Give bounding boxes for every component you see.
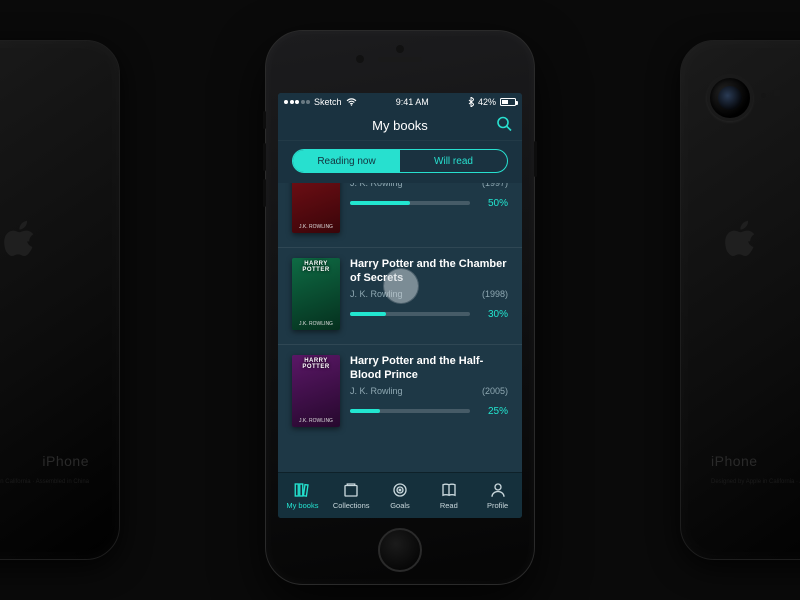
device-front: Sketch 9:41 AM 42% My books	[265, 30, 535, 585]
list-item[interactable]: J.K. ROWLING Philosopher's Stone J. K. R…	[278, 183, 522, 248]
earpiece-icon	[378, 57, 422, 62]
progress-fill	[350, 312, 386, 316]
goals-icon	[391, 481, 409, 499]
book-author: J. K. Rowling	[350, 183, 403, 188]
book-year: (2005)	[482, 386, 508, 396]
tab-will-read[interactable]: Will read	[400, 150, 507, 172]
tab-label: Read	[440, 501, 458, 510]
book-author: J. K. Rowling	[350, 386, 403, 396]
book-cover: HARRY POTTERJ.K. ROWLING	[292, 258, 340, 330]
proximity-sensor-icon	[396, 45, 404, 53]
home-button[interactable]	[378, 528, 422, 572]
device-fineprint: Designed by Apple in California · Assemb…	[0, 479, 119, 485]
progress-bar[interactable]	[350, 312, 470, 316]
segmented-control-wrap: Reading now Will read	[278, 141, 522, 183]
header: My books	[278, 111, 522, 141]
battery-icon	[500, 98, 516, 106]
tab-profile[interactable]: Profile	[473, 473, 522, 518]
search-icon	[496, 115, 512, 131]
device-fineprint: Designed by Apple in California · Assemb…	[681, 479, 800, 485]
volume-down-button-icon	[263, 179, 266, 207]
volume-up-button-icon	[263, 143, 266, 171]
device-brand-label: iPhone	[0, 453, 119, 469]
read-icon	[440, 481, 458, 499]
rear-mic-icon	[761, 93, 766, 98]
tab-goals[interactable]: Goals	[376, 473, 425, 518]
book-year: (1998)	[482, 289, 508, 299]
power-button-icon	[534, 141, 537, 177]
segmented-control: Reading now Will read	[292, 149, 508, 173]
device-back-right: iPhone Designed by Apple in California ·…	[680, 40, 800, 560]
book-year: (1997)	[482, 183, 508, 188]
tab-label: Collections	[333, 501, 370, 510]
tab-label: My books	[286, 501, 318, 510]
profile-icon	[489, 481, 507, 499]
tab-label: Goals	[390, 501, 410, 510]
carrier-label: Sketch	[314, 97, 342, 107]
apple-logo-icon	[0, 216, 40, 275]
tab-my-books[interactable]: My books	[278, 473, 327, 518]
tab-label: Profile	[487, 501, 508, 510]
status-bar: Sketch 9:41 AM 42%	[278, 93, 522, 111]
tab-reading-now[interactable]: Reading now	[293, 150, 400, 172]
progress-fill	[350, 409, 380, 413]
mute-switch-icon	[263, 111, 266, 129]
progress-percent: 30%	[480, 309, 508, 320]
app-screen: Sketch 9:41 AM 42% My books	[278, 93, 522, 518]
apple-logo-icon	[721, 216, 761, 275]
progress-bar[interactable]	[350, 409, 470, 413]
list-item[interactable]: HARRY POTTERJ.K. ROWLING Harry Potter an…	[278, 248, 522, 345]
battery-percent-label: 42%	[478, 97, 496, 107]
wifi-icon	[346, 98, 357, 106]
book-cover: HARRY POTTERJ.K. ROWLING	[292, 355, 340, 427]
front-camera-icon	[356, 55, 364, 63]
rear-flash-icon	[773, 89, 781, 97]
book-cover: J.K. ROWLING	[292, 183, 340, 233]
bluetooth-icon	[468, 97, 474, 107]
progress-percent: 50%	[480, 198, 508, 209]
books-icon	[293, 481, 311, 499]
list-item[interactable]: HARRY POTTERJ.K. ROWLING Harry Potter an…	[278, 345, 522, 441]
device-brand-label: iPhone	[681, 453, 800, 469]
collections-icon	[342, 481, 360, 499]
search-button[interactable]	[496, 115, 512, 136]
tab-collections[interactable]: Collections	[327, 473, 376, 518]
book-author: J. K. Rowling	[350, 289, 403, 299]
rear-camera-icon	[707, 75, 753, 121]
book-title: Harry Potter and the Chamber of Secrets	[350, 258, 508, 286]
device-back-left: iPhone Designed by Apple in California ·…	[0, 40, 120, 560]
book-title: Harry Potter and the Half-Blood Prince	[350, 355, 508, 383]
signal-strength-icon	[284, 100, 310, 104]
page-title: My books	[372, 118, 428, 133]
tab-read[interactable]: Read	[424, 473, 473, 518]
book-list[interactable]: J.K. ROWLING Philosopher's Stone J. K. R…	[278, 183, 522, 472]
progress-bar[interactable]	[350, 201, 470, 205]
progress-percent: 25%	[480, 406, 508, 417]
tab-bar: My books Collections Goals Read Profile	[278, 472, 522, 518]
progress-fill	[350, 201, 410, 205]
status-time: 9:41 AM	[396, 97, 429, 107]
